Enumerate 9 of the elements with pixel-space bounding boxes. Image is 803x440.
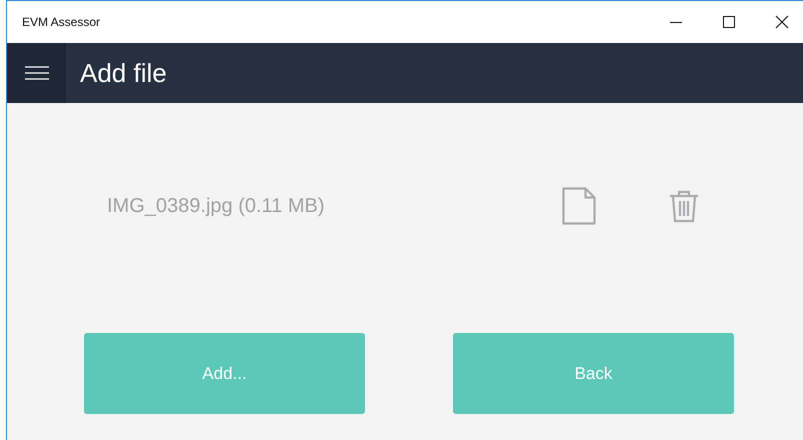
window-title: EVM Assessor (22, 15, 100, 29)
add-button[interactable]: Add... (84, 333, 365, 414)
menu-button[interactable] (7, 43, 66, 103)
maximize-icon[interactable] (722, 15, 736, 29)
menu-icon[interactable] (24, 66, 48, 80)
page-title: Add file (80, 58, 167, 88)
file-name: IMG_0389.jpg (0.11 MB) (107, 194, 326, 218)
close-icon[interactable] (775, 15, 789, 29)
back-button[interactable]: Back (453, 333, 734, 414)
